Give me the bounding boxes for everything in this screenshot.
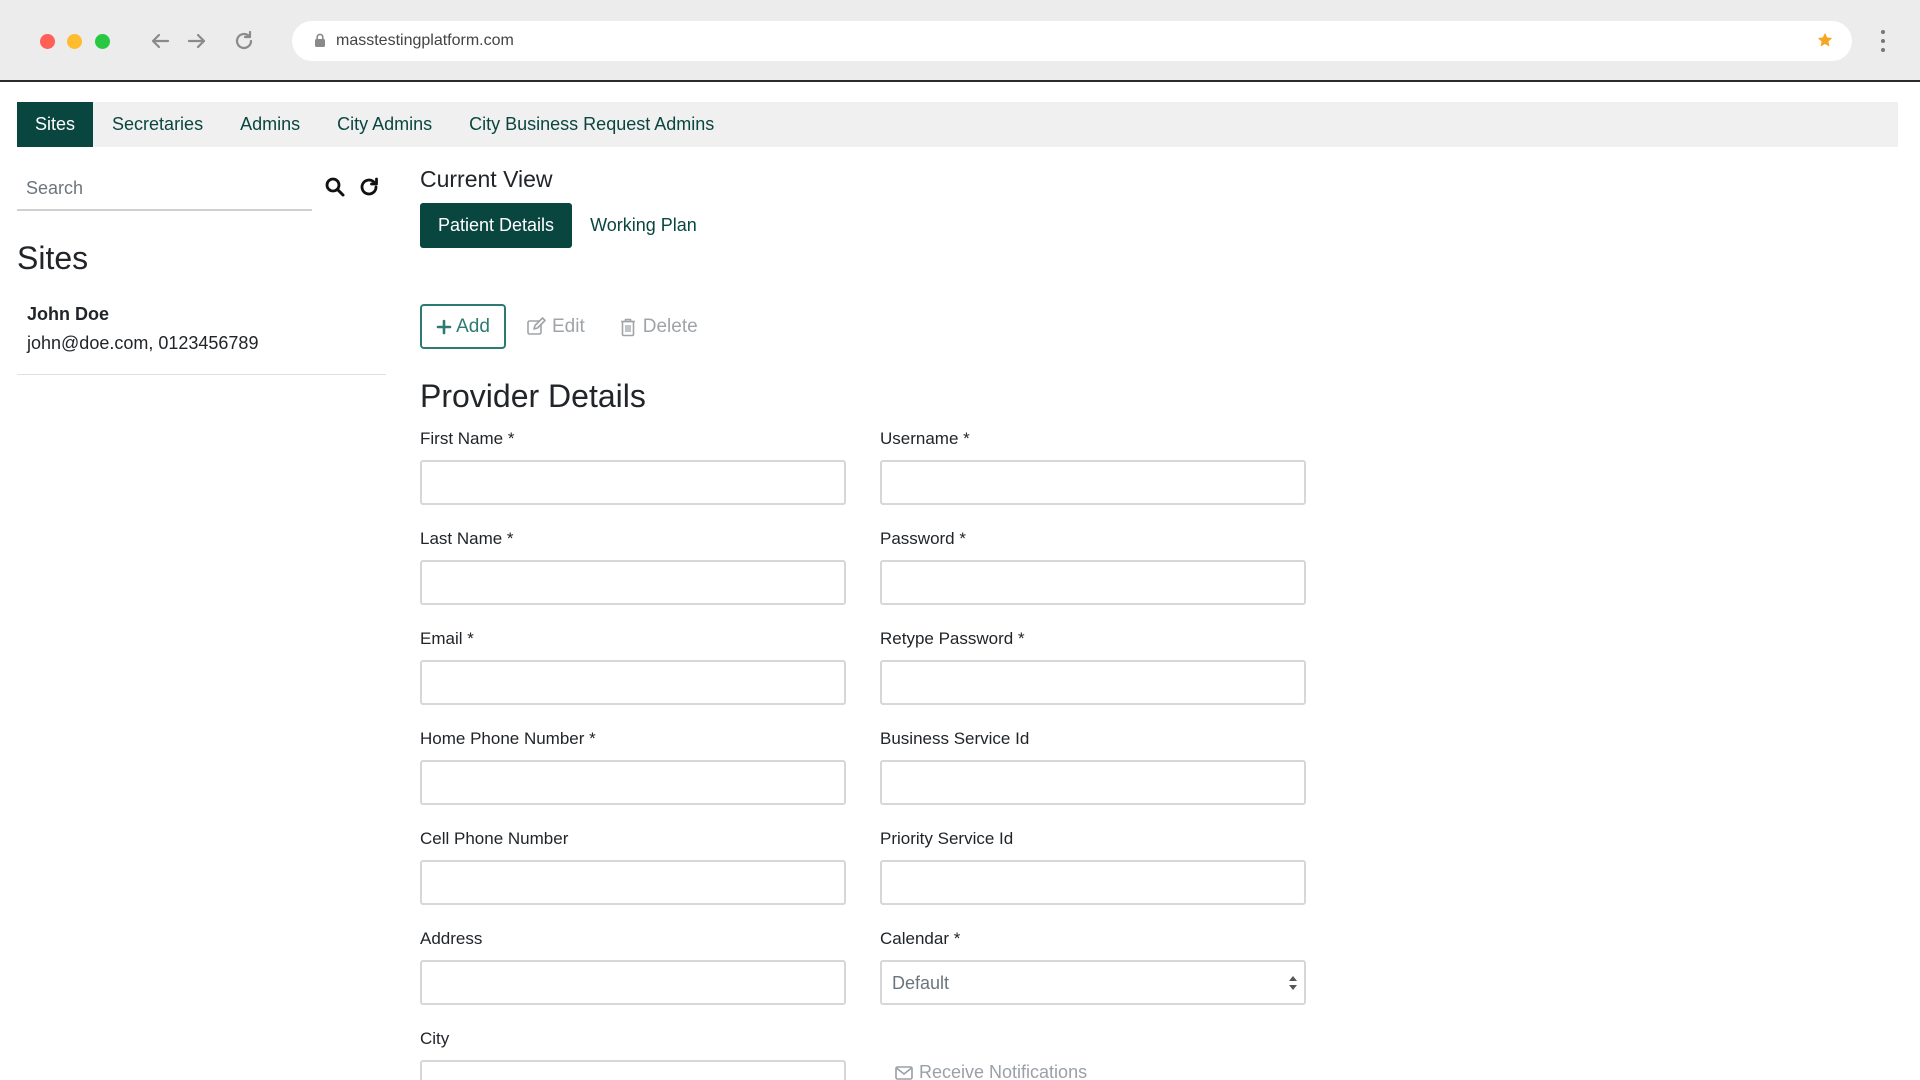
address-field[interactable]	[420, 960, 846, 1005]
retype-password-label: Retype Password *	[880, 629, 1025, 648]
search-icon[interactable]	[324, 176, 348, 200]
browser-chrome: masstestingplatform.com	[0, 0, 1920, 82]
forward-arrow-icon[interactable]	[184, 28, 210, 54]
refresh-icon[interactable]	[358, 176, 382, 200]
add-button-label: Add	[456, 315, 490, 337]
password-field[interactable]	[880, 560, 1306, 605]
envelope-icon	[895, 1065, 913, 1080]
trash-icon	[620, 318, 635, 336]
receive-notifications-toggle[interactable]: Receive Notifications	[895, 1062, 1087, 1080]
edit-button-label: Edit	[552, 315, 585, 337]
first-name-field[interactable]	[420, 460, 846, 505]
site-contact-info: john@doe.com, 0123456789	[27, 333, 259, 353]
add-button[interactable]: Add	[420, 304, 506, 349]
tab-patient-details[interactable]: Patient Details	[420, 203, 573, 248]
back-arrow-icon[interactable]	[147, 28, 173, 54]
city-label: City	[420, 1029, 450, 1048]
priority-service-id-label: Priority Service Id	[880, 829, 1014, 848]
calendar-label: Calendar *	[880, 929, 961, 948]
site-list-item[interactable]: John Doe john@doe.com, 0123456789	[17, 295, 386, 375]
tab-admins[interactable]: Admins	[222, 102, 318, 147]
calendar-select[interactable]: Default	[880, 960, 1306, 1005]
business-service-id-label: Business Service Id	[880, 729, 1030, 748]
plus-icon	[436, 319, 452, 334]
bookmark-star-icon[interactable]	[1816, 31, 1834, 54]
edit-button[interactable]: Edit	[526, 316, 585, 338]
delete-button[interactable]: Delete	[619, 316, 698, 338]
cell-phone-label: Cell Phone Number	[420, 829, 569, 848]
email-label: Email *	[420, 629, 474, 648]
browser-reload-icon[interactable]	[231, 28, 257, 54]
retype-password-field[interactable]	[880, 660, 1306, 705]
minimize-window-button[interactable]	[67, 34, 82, 49]
maximize-window-button[interactable]	[95, 34, 110, 49]
address-label: Address	[420, 929, 483, 948]
username-field[interactable]	[880, 460, 1306, 505]
address-bar[interactable]: masstestingplatform.com	[292, 21, 1852, 61]
section-title: Provider Details	[420, 378, 646, 414]
url-text: masstestingplatform.com	[336, 32, 514, 49]
username-label: Username *	[880, 429, 970, 448]
action-toolbar: Add Edit Delete	[420, 304, 698, 349]
email-field[interactable]	[420, 660, 846, 705]
receive-notifications-label: Receive Notifications	[919, 1062, 1088, 1080]
lock-icon	[314, 33, 326, 53]
view-tabs: Patient Details Working Plan	[420, 203, 715, 248]
tab-sites[interactable]: Sites	[17, 102, 94, 147]
tab-working-plan[interactable]: Working Plan	[572, 203, 715, 248]
business-service-id-field[interactable]	[880, 760, 1306, 805]
search-field-wrapper	[17, 169, 312, 211]
search-input[interactable]	[17, 169, 312, 207]
sites-heading: Sites	[17, 240, 89, 276]
tab-city-admins[interactable]: City Admins	[319, 102, 450, 147]
priority-service-id-field[interactable]	[880, 860, 1306, 905]
last-name-label: Last Name *	[420, 529, 514, 548]
top-nav: Sites Secretaries Admins City Admins Cit…	[17, 102, 1898, 147]
home-phone-field[interactable]	[420, 760, 846, 805]
current-view-label: Current View	[420, 166, 553, 192]
first-name-label: First Name *	[420, 429, 515, 448]
delete-button-label: Delete	[642, 315, 698, 337]
last-name-field[interactable]	[420, 560, 846, 605]
close-window-button[interactable]	[40, 34, 55, 49]
home-phone-label: Home Phone Number *	[420, 729, 596, 748]
tab-secretaries[interactable]: Secretaries	[94, 102, 221, 147]
calendar-selected-value: Default	[892, 973, 950, 993]
edit-icon	[527, 316, 546, 335]
city-field[interactable]	[420, 1060, 846, 1080]
select-caret-icon	[1288, 974, 1298, 997]
site-name: John Doe	[27, 304, 110, 324]
password-label: Password *	[880, 529, 966, 548]
browser-menu-icon[interactable]	[1874, 30, 1892, 52]
tab-city-business-request-admins[interactable]: City Business Request Admins	[451, 102, 732, 147]
cell-phone-field[interactable]	[420, 860, 846, 905]
